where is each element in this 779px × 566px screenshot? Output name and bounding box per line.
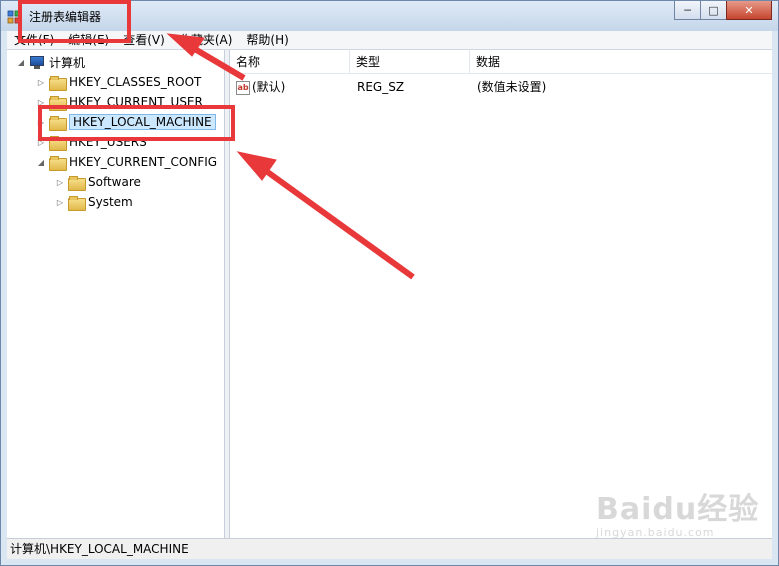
watermark-brand: Baidu经验	[596, 492, 760, 527]
folder-icon	[49, 115, 67, 131]
column-header-name[interactable]: 名称	[230, 50, 350, 74]
folder-icon	[49, 135, 67, 151]
menu-file[interactable]: 文件(F)	[7, 31, 61, 50]
window-controls: ─ □ ✕	[674, 1, 772, 21]
tree-item-hkey-users[interactable]: ▷ HKEY_USERS	[35, 132, 147, 152]
menu-bar: 文件(F) 编辑(E) 查看(V) 收藏夹(A) 帮助(H)	[7, 31, 772, 50]
expand-arrow-icon[interactable]: ▷	[35, 98, 47, 107]
minimize-button[interactable]: ─	[674, 1, 701, 20]
menu-help[interactable]: 帮助(H)	[239, 31, 295, 50]
close-button[interactable]: ✕	[726, 1, 772, 20]
expand-arrow-icon[interactable]: ▷	[54, 198, 66, 207]
title-bar[interactable]: 注册表编辑器 ─ □ ✕	[1, 1, 778, 31]
tree-item-hkey-current-user[interactable]: ▷ HKEY_CURRENT_USER	[35, 92, 203, 112]
tree-item-label: HKEY_CURRENT_CONFIG	[69, 155, 218, 169]
tree-item-label: HKEY_CURRENT_USER	[69, 95, 203, 109]
value-name: (默认)	[252, 80, 286, 94]
window-title: 注册表编辑器	[29, 10, 102, 24]
expand-arrow-icon[interactable]: ▷	[35, 118, 47, 127]
column-header-type[interactable]: 类型	[350, 50, 470, 74]
tree-item-label: 计算机	[49, 55, 86, 70]
registry-editor-window: 注册表编辑器 ─ □ ✕ 文件(F) 编辑(E) 查看(V) 收藏夹(A) 帮助…	[0, 0, 779, 566]
expand-arrow-icon[interactable]: ▷	[35, 138, 47, 147]
tree-item-label: Software	[88, 175, 141, 189]
value-name-cell: ab (默认)	[236, 77, 285, 97]
tree-item-hkey-current-config[interactable]: ◢ HKEY_CURRENT_CONFIG	[35, 152, 217, 172]
list-item[interactable]: ab (默认) REG_SZ (数值未设置)	[230, 77, 772, 97]
tree-pane[interactable]: ◢ 计算机 ▷ HKEY_CLASSES_ROOT ▷ HKEY_CURRENT…	[7, 50, 225, 538]
tree-item-label: System	[88, 195, 133, 209]
status-bar: 计算机\HKEY_LOCAL_MACHINE	[7, 538, 772, 559]
string-value-icon: ab	[236, 80, 250, 95]
tree-item-label-selected: HKEY_LOCAL_MACHINE	[69, 114, 216, 130]
expand-arrow-icon[interactable]: ▷	[35, 78, 47, 87]
collapse-arrow-icon[interactable]: ◢	[15, 58, 27, 67]
tree-item-system[interactable]: ▷ System	[54, 192, 133, 212]
tree-item-hkey-local-machine[interactable]: ▷ HKEY_LOCAL_MACHINE	[35, 112, 216, 132]
tree-item-software[interactable]: ▷ Software	[54, 172, 141, 192]
collapse-arrow-icon[interactable]: ◢	[35, 158, 47, 167]
menu-favorites[interactable]: 收藏夹(A)	[172, 31, 240, 50]
menu-edit[interactable]: 编辑(E)	[61, 31, 116, 50]
tree-item-label: HKEY_USERS	[69, 135, 147, 149]
value-type: REG_SZ	[357, 80, 405, 94]
folder-icon	[49, 75, 67, 91]
menu-view[interactable]: 查看(V)	[116, 31, 172, 50]
value-data: (数值未设置)	[477, 80, 547, 94]
computer-icon	[29, 55, 45, 69]
list-header: 名称 类型 数据	[230, 50, 772, 74]
tree-item-label: HKEY_CLASSES_ROOT	[69, 75, 202, 89]
values-pane[interactable]: 名称 类型 数据 ab (默认) REG_SZ (数值未设置)	[230, 50, 772, 538]
expand-arrow-icon[interactable]: ▷	[54, 178, 66, 187]
regedit-app-icon	[7, 10, 21, 24]
watermark: Baidu经验 jingyan.baidu.com	[596, 484, 759, 539]
folder-icon	[49, 95, 67, 111]
tree-item-hkey-classes-root[interactable]: ▷ HKEY_CLASSES_ROOT	[35, 72, 201, 92]
maximize-button[interactable]: □	[700, 1, 727, 20]
folder-icon	[49, 155, 67, 171]
column-header-data[interactable]: 数据	[470, 50, 772, 74]
folder-icon	[68, 175, 86, 191]
tree-item-computer[interactable]: ◢ 计算机	[15, 52, 85, 72]
folder-icon	[68, 195, 86, 211]
